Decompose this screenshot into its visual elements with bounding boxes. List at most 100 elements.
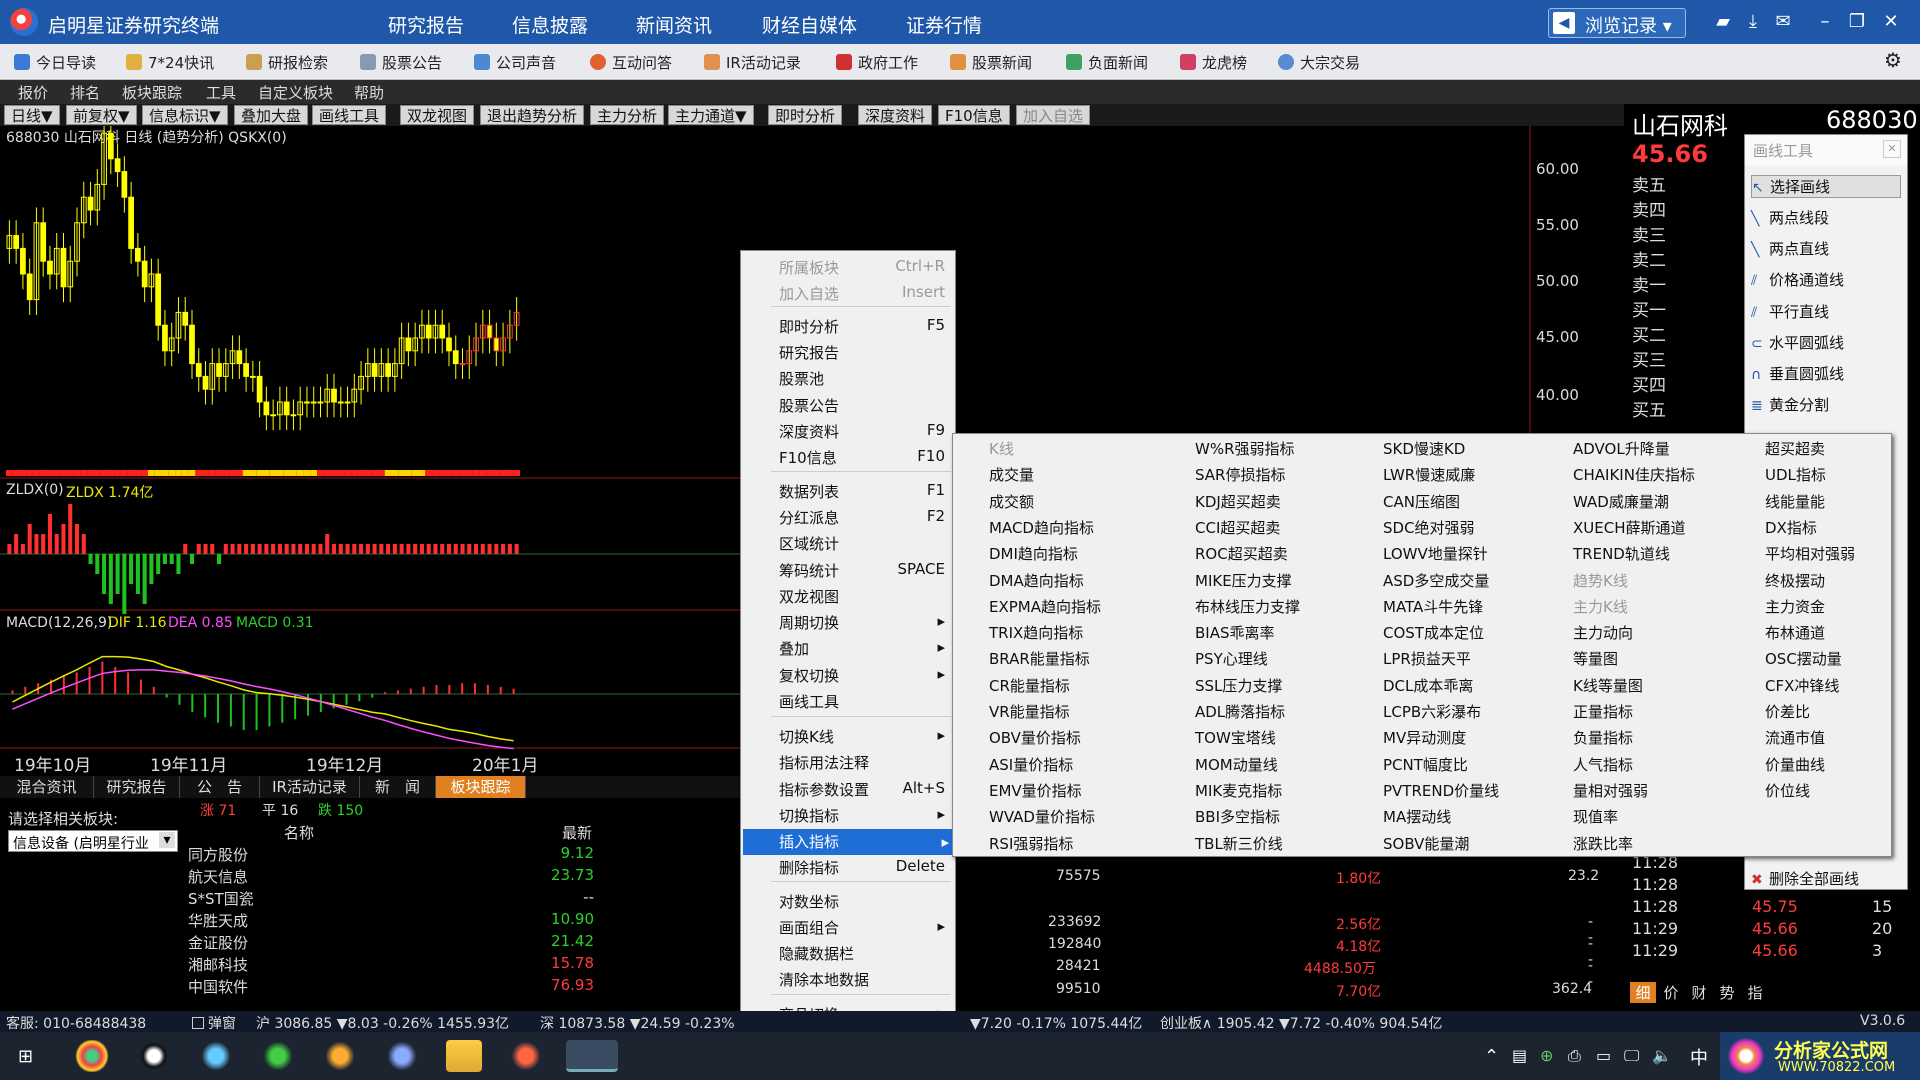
indicator-item[interactable]: 终极摆动 [1765, 570, 1825, 591]
indicator-item[interactable]: MACD趋向指标 [989, 517, 1094, 538]
browser-icon[interactable] [198, 1040, 234, 1072]
menu-item-switch-indicator[interactable]: 切换指标 ▸ [779, 805, 949, 826]
mail-icon[interactable]: ✉ [1772, 11, 1794, 33]
menu-item-insert-indicator[interactable]: 插入指标 ▸ [743, 829, 953, 855]
indicator-item[interactable]: SOBV能量潮 [1383, 833, 1469, 854]
tray-network-icon[interactable]: 🖵 [1624, 1046, 1639, 1066]
menu-item-announce[interactable]: 股票公告 [779, 395, 949, 416]
indicator-item[interactable]: TOW宝塔线 [1195, 727, 1276, 748]
indicator-item[interactable]: 量相对强弱 [1573, 780, 1648, 801]
menu-item-data-list[interactable]: 数据列表 F1 [779, 481, 949, 502]
indicator-item[interactable]: 涨跌比率 [1573, 833, 1633, 854]
chrome-icon[interactable] [74, 1040, 110, 1072]
menu-rank[interactable]: 排名 [70, 82, 100, 103]
menu-item-dividend[interactable]: 分红派息 F2 [779, 507, 949, 528]
nav-research-reports[interactable]: 研究报告 [388, 11, 464, 38]
tab-ir[interactable]: IR活动记录 [260, 776, 360, 798]
indicator-item[interactable]: DMA趋向指标 [989, 570, 1084, 591]
indicator-item[interactable]: OBV量价指标 [989, 727, 1081, 748]
indicator-item[interactable]: PSY心理线 [1195, 648, 1268, 669]
menu-help[interactable]: 帮助 [354, 82, 384, 103]
menu-item-dual-dragon[interactable]: 双龙视图 [779, 586, 949, 607]
indicator-item[interactable]: SSL压力支撑 [1195, 675, 1282, 696]
tray-volume-icon[interactable]: 🔈 [1652, 1046, 1672, 1065]
indicator-item[interactable]: DCL成本乖离 [1383, 675, 1473, 696]
tray-up-icon[interactable]: ⌃ [1484, 1046, 1499, 1067]
menu-item-layout[interactable]: 画面组合 ▸ [779, 917, 949, 938]
quick-announcements[interactable]: 股票公告 [360, 52, 442, 73]
stock-app-icon[interactable] [508, 1040, 544, 1072]
realtime-button[interactable]: 即时分析 [768, 105, 843, 125]
draw-h-arc[interactable]: ⊂ 水平圆弧线 [1751, 332, 1901, 353]
col-price-header[interactable]: 最新 [562, 822, 592, 843]
indicator-item[interactable]: K线等量图 [1573, 675, 1643, 696]
menu-item-overlay[interactable]: 叠加 ▸ [779, 638, 949, 659]
col-name-header[interactable]: 名称 [284, 822, 314, 843]
indicator-item[interactable]: UDL指标 [1765, 464, 1826, 485]
table-row[interactable]: 航天信息 23.73 [188, 866, 604, 888]
menu-item-switch-kline[interactable]: 切换K线 ▸ [779, 726, 949, 747]
folder-icon[interactable] [446, 1040, 482, 1072]
indicator-item[interactable]: 布林线压力支撑 [1195, 596, 1300, 617]
indicator-item[interactable]: SAR停损指标 [1195, 464, 1285, 485]
quick-gov[interactable]: 政府工作 [836, 52, 918, 73]
indicator-item[interactable]: MATA斗牛先锋 [1383, 596, 1483, 617]
tray-battery-icon[interactable]: ▭ [1596, 1046, 1611, 1065]
period-dropdown[interactable]: 日线▼ [4, 105, 60, 125]
main-force-button[interactable]: 主力分析 [590, 105, 665, 125]
quick-dragon-tiger[interactable]: 龙虎榜 [1180, 52, 1247, 73]
indicator-item[interactable]: WVAD量价指标 [989, 806, 1095, 827]
menu-item-add-watch[interactable]: 加入自选 Insert [779, 283, 949, 304]
indicator-item[interactable]: 成交量 [989, 464, 1034, 485]
draw-select[interactable]: ↖ 选择画线 [1751, 175, 1901, 198]
menu-item-hide-data-bar[interactable]: 隐藏数据栏 [779, 943, 949, 964]
table-row[interactable]: 中国软件 76.93 [188, 976, 604, 998]
main-channel-dropdown[interactable]: 主力通道▼ [668, 105, 754, 125]
indicator-item[interactable]: W%R强弱指标 [1195, 438, 1295, 459]
indicator-item[interactable]: 现值率 [1573, 806, 1618, 827]
indicator-item[interactable]: CFX冲锋线 [1765, 675, 1839, 696]
indicator-item[interactable]: CCI超买超卖 [1195, 517, 1280, 538]
indicator-item[interactable]: 价差比 [1765, 701, 1810, 722]
menu-item-period[interactable]: 周期切换 ▸ [779, 612, 949, 633]
menu-item-indicator-params[interactable]: 指标参数设置 Alt+S [779, 779, 949, 800]
menu-custom-sector[interactable]: 自定义板块 [258, 82, 333, 103]
tab-news[interactable]: 新 闻 [360, 776, 436, 798]
menu-item-log-axis[interactable]: 对数坐标 [779, 891, 949, 912]
sector-select[interactable]: 信息设备 (启明星行业 ▾ [8, 830, 178, 852]
menu-item-realtime[interactable]: 即时分析 F5 [779, 316, 949, 337]
menu-item-sector[interactable]: 所属板块 Ctrl+R [779, 257, 949, 278]
indicator-item[interactable]: ROC超买超卖 [1195, 543, 1288, 564]
download-icon[interactable]: ⤓ [1742, 11, 1764, 33]
table-row[interactable]: 金证股份 21.42 [188, 932, 604, 954]
menu-item-f10[interactable]: F10信息 F10 [779, 447, 949, 468]
quick-block-trade[interactable]: 大宗交易 [1278, 52, 1360, 73]
delete-all-drawings[interactable]: ✖ 删除全部画线 [1751, 868, 1901, 889]
tab-price[interactable]: 价 [1658, 982, 1684, 1003]
app-feather-icon[interactable] [384, 1040, 420, 1072]
indicator-item[interactable]: 线能量能 [1765, 491, 1825, 512]
table-row[interactable]: 同方股份 9.12 [188, 844, 604, 866]
menu-item-deep-data[interactable]: 深度资料 F9 [779, 421, 949, 442]
indicator-item[interactable]: 平均相对强弱 [1765, 543, 1855, 564]
indicator-item[interactable]: COST成本定位 [1383, 622, 1484, 643]
indicator-item[interactable]: LPR损益天平 [1383, 648, 1471, 669]
indicator-item[interactable]: BIAS乖离率 [1195, 622, 1275, 643]
indicator-item[interactable]: SDC绝对强弱 [1383, 517, 1475, 538]
indicator-item[interactable]: BRAR能量指标 [989, 648, 1090, 669]
menu-sector[interactable]: 板块跟踪 [122, 82, 182, 103]
indicator-item[interactable]: KDJ超买超卖 [1195, 491, 1281, 512]
tab-trend[interactable]: 势 [1714, 982, 1740, 1003]
indicator-item[interactable]: CR能量指标 [989, 675, 1070, 696]
draw-segment[interactable]: ╲ 两点线段 [1751, 207, 1901, 228]
indicator-item[interactable]: SKD慢速KD [1383, 438, 1465, 459]
indicator-item[interactable]: 趋势K线 [1573, 570, 1628, 591]
indicator-item[interactable]: CHAIKIN佳庆指标 [1573, 464, 1695, 485]
draw-golden-section[interactable]: ≣ 黄金分割 [1751, 394, 1901, 415]
quick-company-voice[interactable]: 公司声音 [474, 52, 556, 73]
menu-item-indicator-notes[interactable]: 指标用法注释 [779, 752, 949, 773]
menu-item-delete-indicator[interactable]: 删除指标 Delete [779, 857, 949, 878]
draw-v-arc[interactable]: ∩ 垂直圆弧线 [1751, 363, 1901, 384]
nav-market[interactable]: 证券行情 [906, 11, 982, 38]
indicator-item[interactable]: TRIX趋向指标 [989, 622, 1083, 643]
